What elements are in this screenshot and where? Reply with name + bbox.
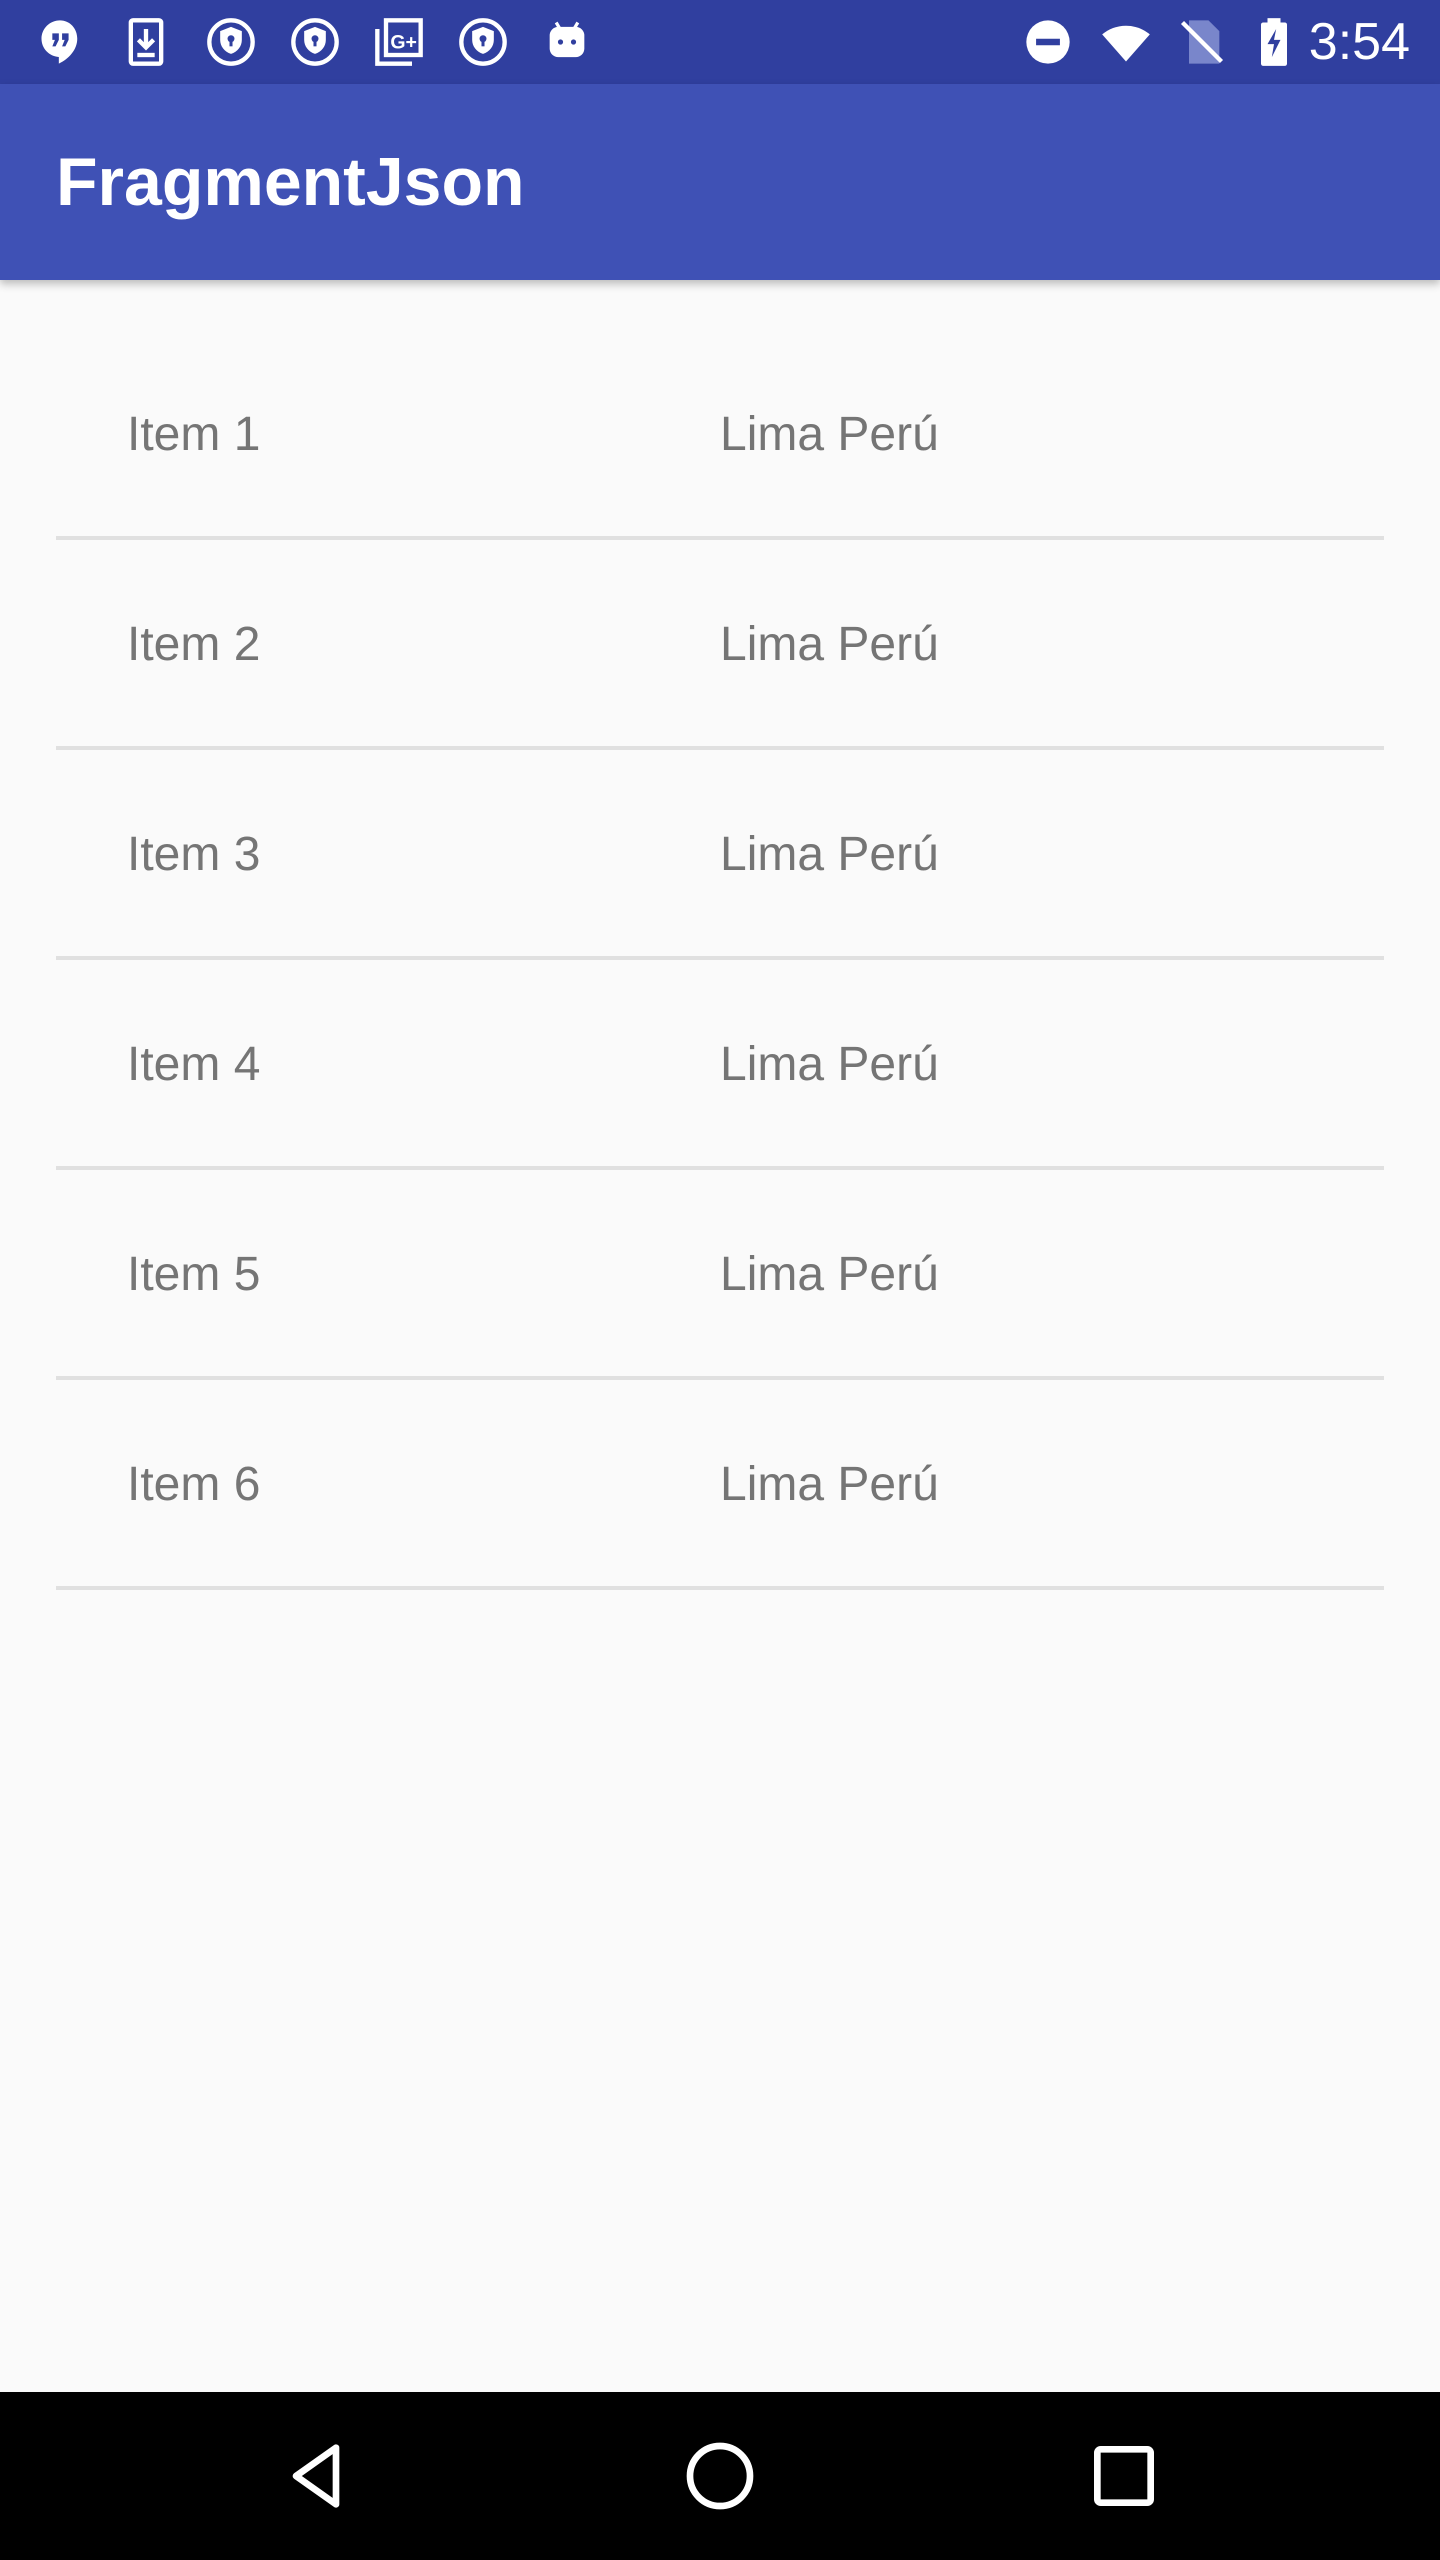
status-bar: G+ 3:54 [0, 0, 1440, 84]
svg-text:G+: G+ [390, 32, 417, 54]
item-location: Lima Perú [720, 408, 939, 461]
list-item[interactable]: Item 6 Lima Perú [0, 1380, 1440, 1590]
list-item[interactable]: Item 3 Lima Perú [0, 750, 1440, 960]
vpn-key-icon [285, 12, 345, 72]
download-icon [116, 12, 176, 72]
wifi-icon [1096, 12, 1156, 72]
item-name: Item 4 [127, 1038, 261, 1091]
hangouts-icon [31, 12, 91, 72]
back-icon [292, 2444, 340, 2508]
no-sim-icon [1172, 12, 1232, 72]
list-item[interactable]: Item 2 Lima Perú [0, 540, 1440, 750]
item-name: Item 3 [127, 828, 261, 881]
list-item[interactable]: Item 1 Lima Perú [0, 330, 1440, 540]
android-icon [537, 12, 597, 72]
item-list: Item 1 Lima Perú Item 2 Lima Perú Item 3… [0, 330, 1440, 1590]
home-button[interactable] [660, 2416, 780, 2536]
vpn-key-icon [201, 12, 261, 72]
item-location: Lima Perú [720, 1248, 939, 1301]
vpn-key-icon [453, 12, 513, 72]
item-name: Item 5 [127, 1248, 261, 1301]
page-title: FragmentJson [56, 144, 525, 220]
item-location: Lima Perú [720, 828, 939, 881]
item-name: Item 1 [127, 408, 261, 461]
item-name: Item 6 [127, 1458, 261, 1511]
recents-button[interactable] [1064, 2416, 1184, 2536]
item-location: Lima Perú [720, 618, 939, 671]
status-time: 3:54 [1308, 13, 1410, 71]
do-not-disturb-icon [1018, 12, 1078, 72]
item-name: Item 2 [127, 618, 261, 671]
battery-charging-icon [1244, 12, 1304, 72]
divider [56, 1586, 1384, 1590]
app-bar: FragmentJson [0, 84, 1440, 280]
home-icon [686, 2442, 754, 2510]
recents-icon [1094, 2446, 1154, 2506]
list-item[interactable]: Item 5 Lima Perú [0, 1170, 1440, 1380]
item-location: Lima Perú [720, 1458, 939, 1511]
list-item[interactable]: Item 4 Lima Perú [0, 960, 1440, 1170]
item-location: Lima Perú [720, 1038, 939, 1091]
back-button[interactable] [256, 2416, 376, 2536]
google-plus-icon: G+ [369, 12, 429, 72]
navigation-bar [0, 2392, 1440, 2560]
